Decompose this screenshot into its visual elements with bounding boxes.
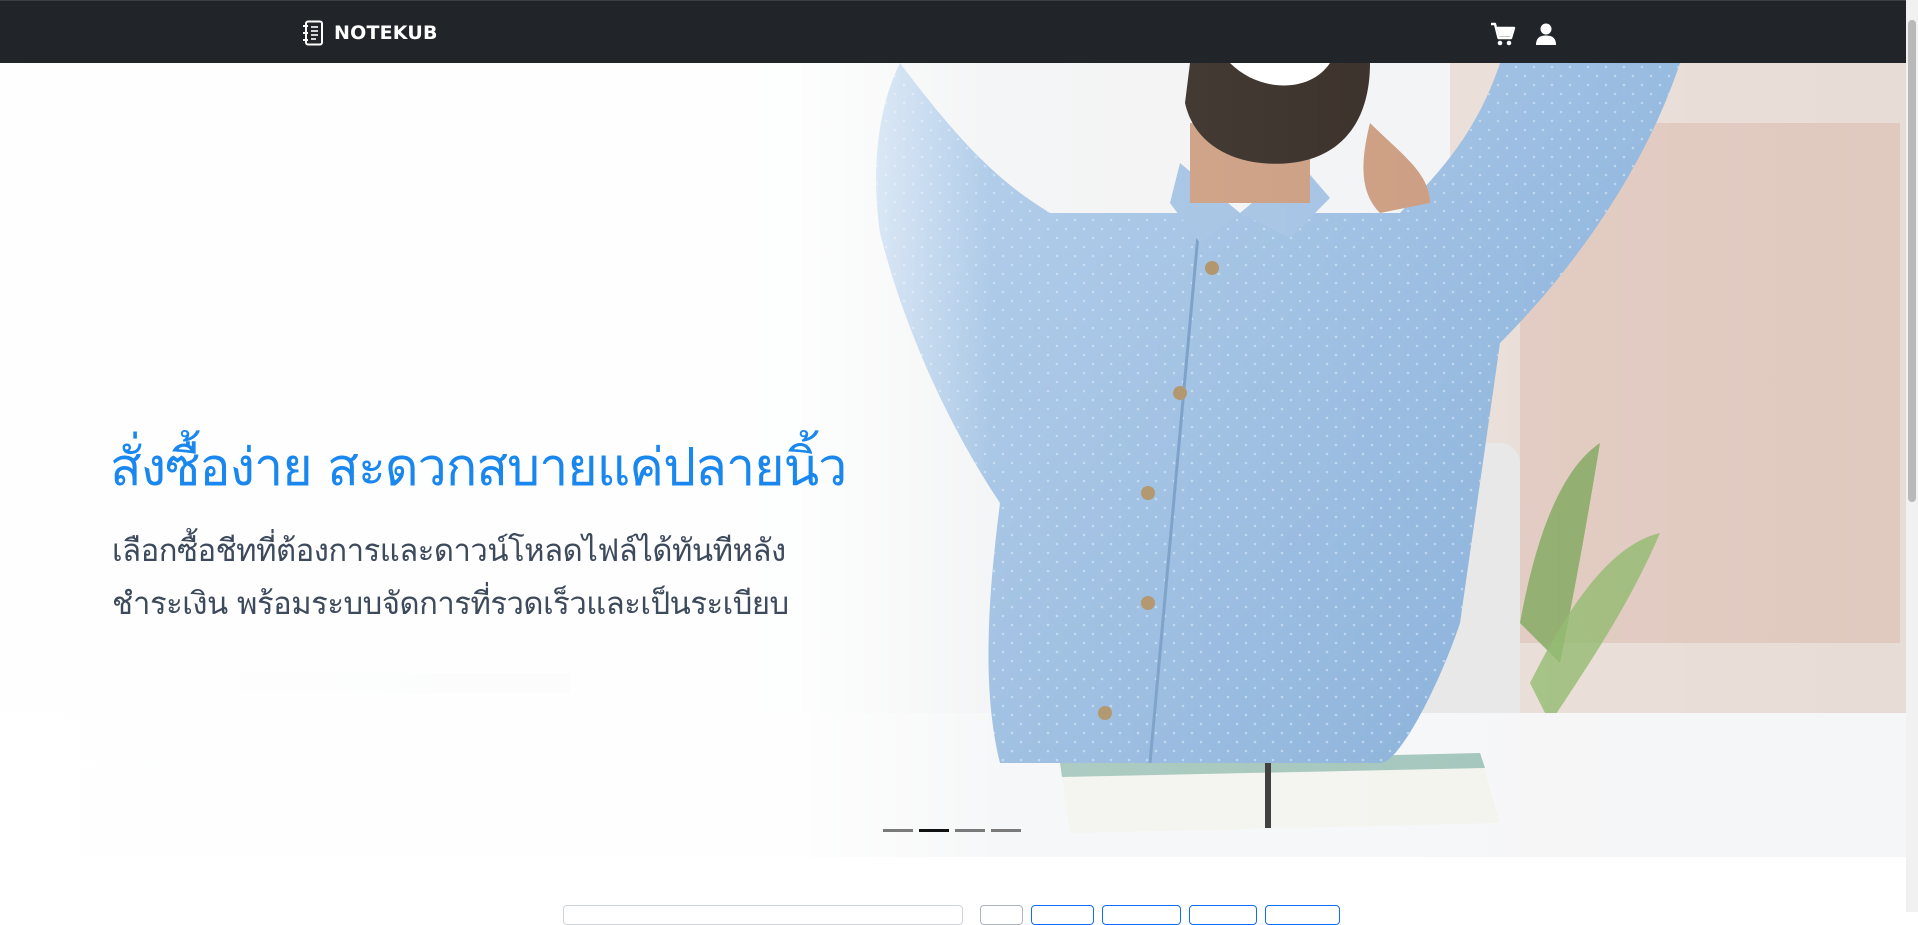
- cart-icon[interactable]: [1490, 21, 1516, 47]
- carousel-indicator-1[interactable]: [883, 829, 913, 832]
- hero-title: สั่งซื้อง่าย สะดวกสบายแค่ปลายนิ้ว: [110, 438, 847, 498]
- hero-subtitle: เลือกซื้อชีทที่ต้องการและดาวน์โหลดไฟล์ได…: [112, 525, 789, 631]
- search-input[interactable]: [563, 905, 963, 925]
- hero-subtitle-line2: ชำระเงิน พร้อมระบบจัดการที่รวดเร็วและเป็…: [112, 586, 789, 622]
- carousel-indicator-4[interactable]: [991, 829, 1021, 832]
- page-scrollbar[interactable]: [1906, 0, 1918, 912]
- carousel-indicator-2[interactable]: [919, 829, 949, 832]
- scrollbar-thumb[interactable]: [1908, 20, 1916, 502]
- top-navbar: NOTEKUB: [0, 0, 1906, 63]
- hero-subtitle-line1: เลือกซื้อชีทที่ต้องการและดาวน์โหลดไฟล์ได…: [112, 533, 786, 569]
- filter-button-5[interactable]: [1265, 905, 1340, 925]
- carousel-indicator-3[interactable]: [955, 829, 985, 832]
- filter-button-2[interactable]: [1031, 905, 1094, 925]
- filter-button-3[interactable]: [1102, 905, 1181, 925]
- brand-link[interactable]: NOTEKUB: [302, 19, 438, 47]
- carousel-indicators: [883, 829, 1021, 832]
- brand-name: NOTEKUB: [334, 22, 438, 44]
- filter-button-1[interactable]: [980, 905, 1023, 925]
- user-icon[interactable]: [1533, 21, 1559, 47]
- filter-button-4[interactable]: [1189, 905, 1257, 925]
- notebook-icon: [303, 20, 323, 46]
- hero-carousel: สั่งซื้อง่าย สะดวกสบายแค่ปลายนิ้ว เลือกซ…: [0, 63, 1906, 857]
